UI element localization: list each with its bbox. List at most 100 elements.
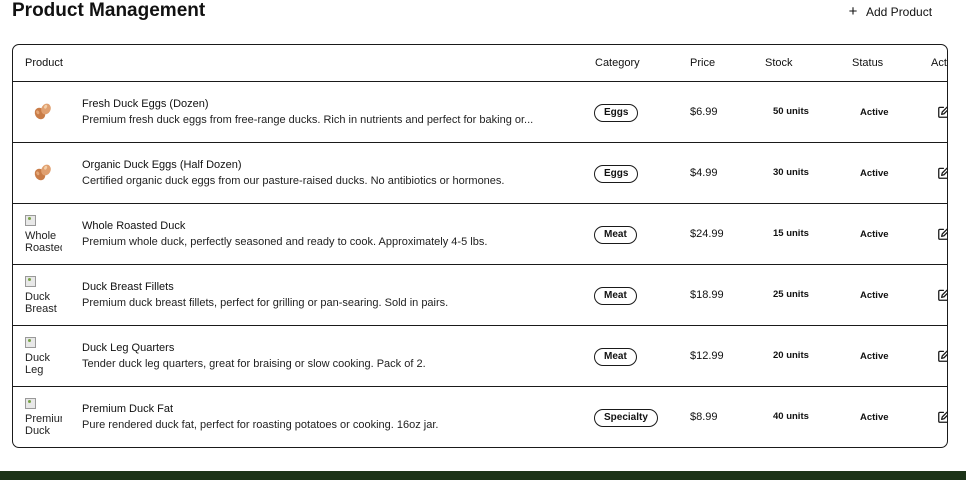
product-name: Whole Roasted Duck <box>82 219 186 232</box>
page-title: Product Management <box>12 0 206 21</box>
table-row: Duck Leg Duck Leg Quarters Tender duck leg… <box>13 325 947 387</box>
product-description: Premium fresh duck eggs from free-range … <box>82 113 534 126</box>
add-product-button[interactable]: + Add Product <box>846 2 932 22</box>
category-badge: Eggs <box>594 104 639 122</box>
product-description: Tender duck leg quarters, great for brai… <box>82 357 426 370</box>
stock-cell: 50 units <box>750 81 841 143</box>
broken-image-icon: Duck Leg <box>25 336 62 377</box>
stock-count: 15 units <box>773 228 809 239</box>
category-badge: Meat <box>594 348 637 366</box>
table-row: Fresh Duck Eggs (Dozen) Premium fresh duc… <box>13 81 947 143</box>
price-cell: $24.99 <box>675 203 750 265</box>
image-placeholder-icon <box>25 275 36 287</box>
price-cell: $12.99 <box>675 325 750 387</box>
category-badge: Eggs <box>594 165 639 183</box>
edit-button[interactable] <box>937 166 947 180</box>
edit-button[interactable] <box>937 227 947 241</box>
actions-cell <box>920 81 947 143</box>
product-description: Premium duck breast fillets, perfect for… <box>82 296 449 309</box>
image-alt-text: Premium Duck <box>25 412 62 437</box>
price-cell: $4.99 <box>675 142 750 204</box>
stock-count: 30 units <box>773 167 809 178</box>
stock-cell: 25 units <box>750 264 841 326</box>
edit-icon <box>937 227 947 241</box>
product-cell: Fresh Duck Eggs (Dozen) Premium fresh duc… <box>13 81 582 143</box>
stock-cell: 30 units <box>750 142 841 204</box>
category-cell: Meat <box>582 203 675 265</box>
category-cell: Meat <box>582 325 675 387</box>
status-cell: Active <box>841 203 920 265</box>
duck-eggs-image <box>25 92 62 132</box>
status-badge: Active <box>860 106 889 118</box>
image-placeholder-icon <box>25 336 36 348</box>
duck-eggs-image <box>25 153 62 193</box>
column-header-actions: Actions <box>920 45 947 82</box>
category-badge: Specialty <box>594 409 658 427</box>
image-placeholder-icon <box>25 214 36 226</box>
product-cell: Organic Duck Eggs (Half Dozen) Certified … <box>13 142 582 204</box>
edit-icon <box>937 288 947 302</box>
category-cell: Eggs <box>582 142 675 204</box>
price-cell: $18.99 <box>675 264 750 326</box>
broken-image-icon: Premium Duck <box>25 397 62 438</box>
status-badge: Active <box>860 167 889 179</box>
product-description: Certified organic duck eggs from our pas… <box>82 174 505 187</box>
products-table: Product Category Price Stock Status Acti… <box>12 44 948 448</box>
edit-button[interactable] <box>937 105 947 119</box>
product-description: Pure rendered duck fat, perfect for roas… <box>82 418 439 431</box>
column-header-category: Category <box>582 45 675 82</box>
column-header-product: Product <box>13 45 582 82</box>
broken-image-icon: Whole Roasted <box>25 214 62 255</box>
category-cell: Meat <box>582 264 675 326</box>
edit-button[interactable] <box>937 410 947 424</box>
status-cell: Active <box>841 325 920 387</box>
product-cell: Duck Leg Duck Leg Quarters Tender duck leg… <box>13 325 582 387</box>
edit-icon <box>937 166 947 180</box>
edit-button[interactable] <box>937 288 947 302</box>
add-product-label: Add Product <box>866 5 933 19</box>
stock-cell: 15 units <box>750 203 841 265</box>
actions-cell <box>920 387 947 448</box>
product-price: $8.99 <box>690 411 718 423</box>
status-cell: Active <box>841 387 920 448</box>
product-price: $12.99 <box>690 350 724 362</box>
image-placeholder-icon <box>25 397 36 409</box>
stock-count: 25 units <box>773 289 809 300</box>
plus-icon: + <box>848 3 858 20</box>
table-row: Organic Duck Eggs (Half Dozen) Certified … <box>13 142 947 204</box>
product-cell: Whole Roasted Whole Roasted Duck Premium w… <box>13 203 582 265</box>
product-name: Fresh Duck Eggs (Dozen) <box>82 97 209 110</box>
category-cell: Specialty <box>582 387 675 448</box>
product-name: Duck Leg Quarters <box>82 341 175 354</box>
table-row: Duck Breast Duck Breast Fillets Premium du… <box>13 264 947 326</box>
stock-cell: 40 units <box>750 387 841 448</box>
product-cell: Premium Duck Premium Duck Fat Pure rendere… <box>13 387 582 448</box>
product-name: Organic Duck Eggs (Half Dozen) <box>82 158 242 171</box>
edit-icon <box>937 349 947 363</box>
edit-icon <box>937 105 947 119</box>
product-cell: Duck Breast Duck Breast Fillets Premium du… <box>13 264 582 326</box>
column-header-price: Price <box>675 45 750 82</box>
actions-cell <box>920 264 947 326</box>
status-badge: Active <box>860 411 889 423</box>
product-name: Duck Breast Fillets <box>82 280 174 293</box>
product-price: $4.99 <box>690 167 718 179</box>
status-cell: Active <box>841 81 920 143</box>
table-row: Whole Roasted Whole Roasted Duck Premium w… <box>13 203 947 265</box>
image-alt-text: Duck Leg <box>25 351 51 376</box>
category-cell: Eggs <box>582 81 675 143</box>
footer-bar <box>0 471 966 480</box>
edit-button[interactable] <box>937 349 947 363</box>
column-header-status: Status <box>841 45 920 82</box>
stock-count: 40 units <box>773 411 809 422</box>
column-header-stock: Stock <box>750 45 841 82</box>
price-cell: $6.99 <box>675 81 750 143</box>
status-cell: Active <box>841 264 920 326</box>
stock-count: 20 units <box>773 350 809 361</box>
status-badge: Active <box>860 350 889 362</box>
price-cell: $8.99 <box>675 387 750 448</box>
broken-image-icon: Duck Breast <box>25 275 62 316</box>
category-badge: Meat <box>594 226 637 244</box>
stock-cell: 20 units <box>750 325 841 387</box>
actions-cell <box>920 142 947 204</box>
